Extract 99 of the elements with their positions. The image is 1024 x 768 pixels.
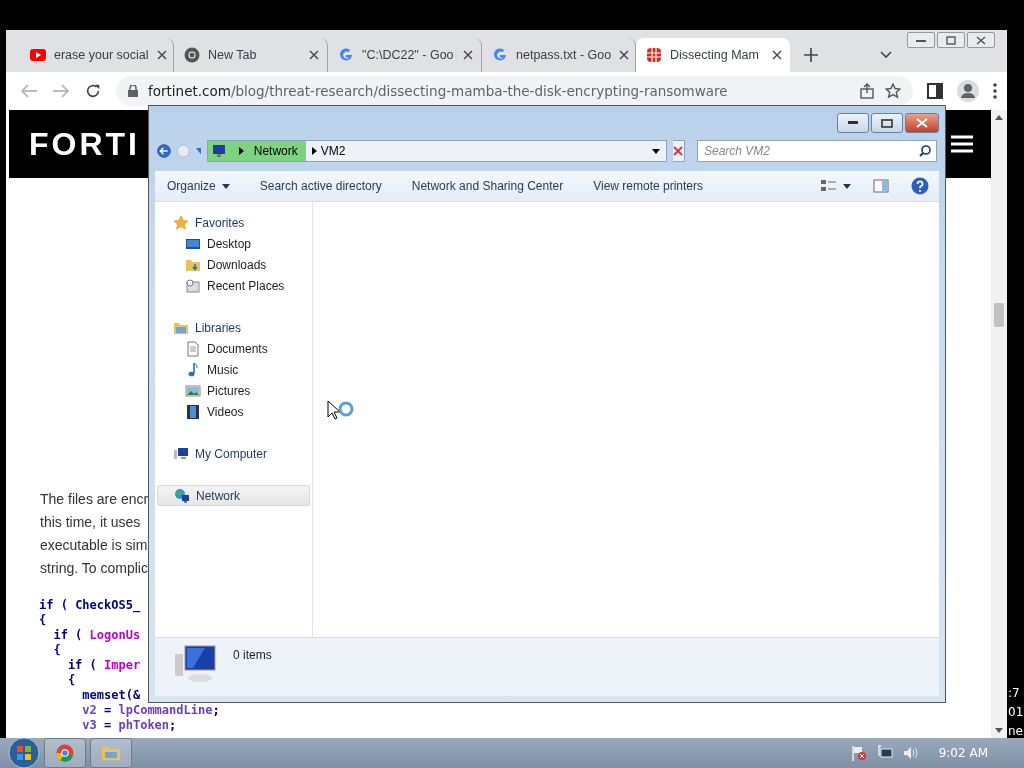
paragraph-line: executable is sim: [40, 536, 148, 555]
toolbar-button[interactable]: Network and Sharing Center: [411, 179, 564, 193]
minimize-button[interactable]: [837, 113, 869, 133]
chevron-right-icon[interactable]: [311, 147, 317, 155]
close-button[interactable]: [967, 32, 995, 48]
speaker-icon[interactable]: [902, 745, 919, 761]
breadcrumb-item[interactable]: VM2: [320, 144, 346, 158]
view-options-icon[interactable]: [821, 179, 851, 193]
side-panel-icon[interactable]: [927, 83, 943, 99]
paragraph-line: The files are encr: [40, 490, 149, 509]
code-line: if ( LogonUs: [52, 628, 141, 643]
nav-item[interactable]: Music: [155, 359, 312, 380]
minimize-icon: [848, 121, 858, 125]
code-line: {: [66, 673, 76, 688]
document-icon: [185, 340, 201, 357]
paragraph-line: string. To complic: [40, 559, 148, 578]
nav-item[interactable]: Favorites: [155, 212, 312, 233]
scroll-up-icon[interactable]: [995, 114, 1003, 120]
play-icon: [30, 47, 46, 63]
reload-icon[interactable]: [84, 83, 102, 99]
start-button[interactable]: [8, 737, 40, 768]
desktop-text: ne: [1008, 724, 1023, 738]
network-icon[interactable]: [876, 745, 893, 761]
code-line: if ( CheckOS5_: [39, 598, 141, 613]
nav-item[interactable]: Pictures: [155, 380, 312, 401]
close-icon[interactable]: [619, 50, 630, 60]
toolbar-button[interactable]: Organize: [167, 179, 230, 193]
more-menu-icon[interactable]: [993, 83, 997, 99]
nav-item[interactable]: Desktop: [155, 233, 312, 254]
code-line: {: [39, 613, 47, 628]
star-icon: [173, 214, 189, 231]
toolbar-button[interactable]: View remote printers: [593, 179, 703, 193]
nav-item[interactable]: Network: [157, 485, 310, 506]
item-count: 0 items: [233, 647, 272, 662]
maximize-icon: [881, 118, 893, 128]
dropdown-arrow-icon[interactable]: [651, 148, 660, 154]
scroll-down-icon[interactable]: [995, 728, 1003, 734]
nav-item[interactable]: Libraries: [155, 317, 312, 338]
network-icon: [174, 487, 190, 504]
code-line: memset(&: [81, 688, 141, 703]
chevron-down-icon[interactable]: [880, 51, 892, 59]
code-line: v2 = lpCommandLine;: [81, 703, 220, 718]
url-text: fortinet.com/blog/threat-research/dissecting-mamba-the-disk-encrypting-ransomware: [148, 83, 728, 99]
chrome-icon: [184, 47, 200, 63]
nav-item[interactable]: My Computer: [155, 443, 312, 464]
folder-icon: [101, 745, 121, 761]
computer-icon: [173, 644, 217, 684]
close-icon: [916, 118, 928, 128]
restore-icon: [946, 35, 956, 45]
desktop-text: :7: [1008, 686, 1020, 700]
toolbar-button[interactable]: Search active directory: [259, 179, 382, 193]
g-letter-icon: [338, 47, 354, 63]
film-icon: [185, 403, 201, 420]
site-logo[interactable]: FORTI: [29, 125, 140, 163]
scrollbar-thumb[interactable]: [994, 303, 1004, 327]
close-button[interactable]: [905, 113, 939, 133]
help-icon[interactable]: [911, 177, 929, 195]
close-icon[interactable]: [463, 50, 473, 60]
nav-item[interactable]: Documents: [155, 338, 312, 359]
picture-icon: [185, 382, 201, 399]
close-icon[interactable]: [772, 50, 782, 60]
plus-icon[interactable]: [804, 48, 818, 62]
caret-icon: [221, 183, 230, 189]
nav-item[interactable]: Downloads: [155, 254, 312, 275]
network-icon: [210, 144, 227, 158]
scrollbar[interactable]: [991, 110, 1007, 738]
close-icon: [673, 146, 684, 156]
address-bar[interactable]: fortinet.com/blog/threat-research/dissecting-mamba-the-disk-encrypting-ransomware: [116, 76, 913, 106]
search-icon[interactable]: [919, 145, 931, 157]
share-icon[interactable]: [859, 83, 875, 99]
grid-logo-icon: [646, 47, 662, 63]
desktop-text: 01: [1008, 705, 1024, 719]
minimize-icon: [916, 37, 926, 43]
chrome-icon: [56, 744, 74, 762]
computer-icon: [173, 445, 189, 462]
code-line: if ( Imper: [66, 658, 141, 673]
close-icon[interactable]: [309, 50, 319, 60]
search-field[interactable]: Search VM2: [697, 140, 937, 162]
flag-icon[interactable]: [850, 745, 867, 761]
restore-button[interactable]: [937, 32, 965, 48]
g-letter-icon: [492, 47, 508, 63]
lock-icon: [128, 85, 138, 97]
recent-places-icon: [185, 277, 201, 294]
menu-icon[interactable]: [951, 134, 973, 154]
maximize-button[interactable]: [871, 113, 903, 133]
close-icon: [976, 35, 986, 45]
address-bar[interactable]: Network VM2: [206, 140, 667, 162]
nav-item[interactable]: Recent Places: [155, 275, 312, 296]
close-icon[interactable]: [156, 50, 167, 60]
chevron-right-icon[interactable]: [238, 147, 244, 155]
code-line: {: [52, 643, 61, 658]
paragraph-line: this time, it uses: [40, 513, 141, 532]
browser-tab[interactable]: Dissecting Mam: [636, 38, 790, 72]
profile-avatar-icon[interactable]: [957, 80, 979, 102]
stop-button[interactable]: [672, 140, 685, 162]
star-icon[interactable]: [885, 83, 901, 99]
nav-item[interactable]: Videos: [155, 401, 312, 422]
minimize-button[interactable]: [907, 32, 935, 48]
code-line: v3 = phToken;: [81, 718, 177, 733]
